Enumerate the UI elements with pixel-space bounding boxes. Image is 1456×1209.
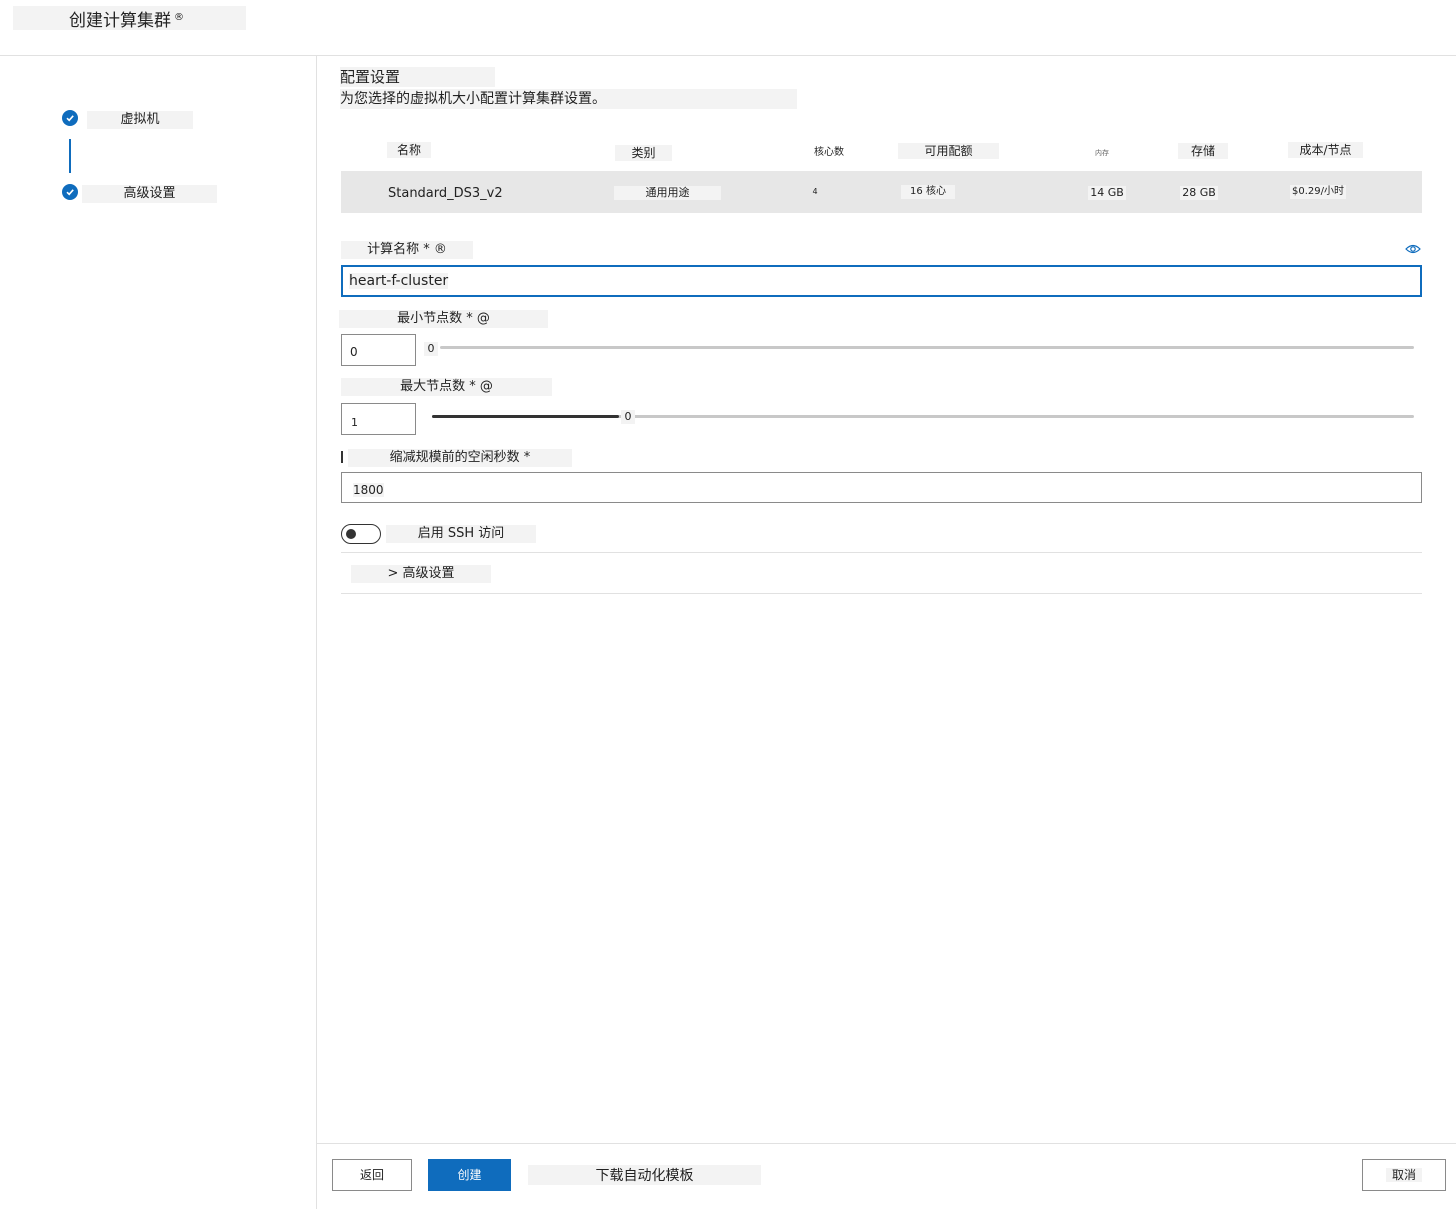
divider (341, 552, 1422, 553)
footer-divider (317, 1143, 1456, 1144)
idle-seconds-input[interactable]: 1800 (341, 472, 1422, 503)
compute-name-input[interactable]: heart-f-cluster (341, 265, 1422, 297)
col-header-memory[interactable]: 内存 (1084, 145, 1120, 161)
table-row[interactable] (341, 171, 1422, 213)
cell-cores: 4 (812, 187, 818, 196)
ssh-toggle[interactable] (341, 524, 381, 544)
step-connector (69, 139, 71, 173)
cancel-button[interactable]: 取消 (1362, 1159, 1446, 1191)
cell-name: Standard_DS3_v2 (388, 186, 503, 201)
step-2-check-icon (62, 184, 78, 200)
cell-storage: 28 GB (1180, 186, 1218, 200)
create-button[interactable]: 创建 (428, 1159, 511, 1191)
section-subtitle: 为您选择的虚拟机大小配置计算集群设置。 (340, 89, 797, 109)
col-header-quota[interactable]: 可用配额 (898, 143, 999, 159)
min-nodes-label: 最小节点数 * @ (339, 310, 548, 328)
max-nodes-slider-track[interactable] (432, 415, 1414, 418)
max-nodes-slider-fill (432, 415, 619, 418)
step-1-check-icon (62, 110, 78, 126)
cell-cost: $0.29/小时 (1290, 185, 1346, 199)
max-nodes-label: 最大节点数 * @ (341, 378, 552, 396)
eye-icon[interactable] (1405, 240, 1421, 254)
idle-label-marker (341, 451, 343, 463)
col-header-cost[interactable]: 成本/节点 (1288, 142, 1363, 158)
sidebar-divider (316, 56, 317, 1209)
idle-seconds-label: 缩减规模前的空闲秒数 * (348, 449, 572, 467)
max-nodes-slider-thumb[interactable]: 0 (621, 410, 635, 424)
max-nodes-input[interactable]: 1 (341, 403, 416, 435)
ssh-toggle-label: 启用 SSH 访问 (386, 525, 536, 543)
compute-name-label: 计算名称 * ® (341, 241, 473, 259)
divider (341, 593, 1422, 594)
min-nodes-slider-track[interactable] (440, 346, 1414, 349)
cell-memory: 14 GB (1088, 186, 1126, 200)
page-title: 创建计算集群 ® (13, 6, 246, 31)
header-divider (0, 55, 1456, 56)
col-header-name[interactable]: 名称 (387, 142, 431, 158)
step-virtual-machine[interactable]: 虚拟机 (87, 111, 193, 129)
min-nodes-input[interactable]: 0 (341, 334, 416, 366)
section-title: 配置设置 (340, 67, 495, 87)
download-template-link[interactable]: 下载自动化模板 (528, 1165, 761, 1185)
min-nodes-slider-thumb[interactable]: 0 (424, 342, 438, 356)
col-header-cores[interactable]: 核心数 (810, 145, 848, 161)
col-header-category[interactable]: 类别 (615, 145, 672, 161)
cell-category: 通用用途 (614, 186, 721, 200)
advanced-settings-expander[interactable]: > 高级设置 (351, 565, 491, 583)
step-advanced-settings[interactable]: 高级设置 (82, 185, 217, 203)
back-button[interactable]: 返回 (332, 1159, 412, 1191)
cell-quota: 16 核心 (901, 185, 955, 199)
col-header-storage[interactable]: 存储 (1178, 143, 1228, 159)
